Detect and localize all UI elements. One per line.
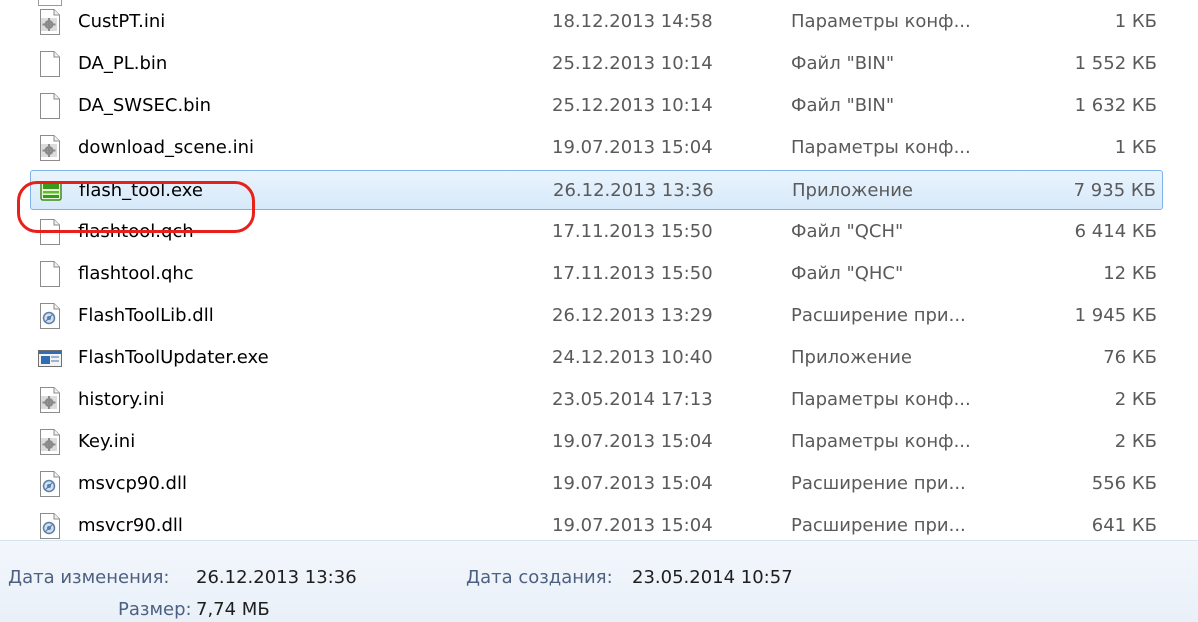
ini-settings-icon — [38, 9, 62, 35]
file-row[interactable]: download_scene.ini 19.07.2013 15:04 Параме… — [30, 128, 1163, 168]
file-date-modified: 25.12.2013 10:14 — [552, 53, 713, 74]
file-type: Файл "BIN" — [791, 53, 895, 74]
modified-date-value: 26.12.2013 13:36 — [196, 567, 357, 588]
file-size: 12 КБ — [1103, 263, 1157, 284]
file-date-modified: 24.12.2013 10:40 — [552, 347, 713, 368]
file-size: 7 935 КБ — [1073, 180, 1156, 201]
file-size: 6 414 КБ — [1074, 221, 1157, 242]
file-name: download_scene.ini — [78, 137, 255, 158]
file-size: 1 КБ — [1114, 11, 1157, 32]
blank-file-icon — [38, 219, 62, 245]
ini-settings-icon — [38, 387, 62, 413]
created-date-value: 23.05.2014 10:57 — [632, 567, 793, 588]
file-row[interactable]: flashtool.qhc 17.11.2013 15:50 Файл "QHC" 1… — [30, 254, 1163, 294]
file-row[interactable]: DA_PL.bin 25.12.2013 10:14 Файл "BIN" 1 552… — [30, 44, 1163, 84]
file-date-modified: 19.07.2013 15:04 — [552, 431, 713, 452]
details-pane: Дата изменения: 26.12.2013 13:36 Дата со… — [0, 540, 1198, 622]
file-name: Key.ini — [78, 431, 136, 452]
file-size: 76 КБ — [1103, 347, 1157, 368]
file-size: 1 КБ — [1114, 137, 1157, 158]
file-row[interactable]: CustPT.ini 18.12.2013 14:58 Параметры конф… — [30, 2, 1163, 42]
file-row[interactable]: FlashToolUpdater.exe 24.12.2013 10:40 Прил… — [30, 338, 1163, 378]
file-type: Параметры конф... — [791, 431, 971, 452]
dll-gear-icon — [38, 303, 62, 329]
flash-tool-app-icon — [39, 178, 63, 204]
file-name: FlashToolLib.dll — [78, 305, 214, 326]
file-type: Параметры конф... — [791, 137, 971, 158]
file-date-modified: 17.11.2013 15:50 — [552, 263, 713, 284]
file-name: DA_PL.bin — [78, 53, 168, 74]
file-type: Приложение — [792, 180, 914, 201]
file-size: 2 КБ — [1114, 431, 1157, 452]
file-size: 1 945 КБ — [1074, 305, 1157, 326]
file-row[interactable]: flashtool.qch 17.11.2013 15:50 Файл "QCH" 6… — [30, 212, 1163, 252]
blank-file-icon — [38, 93, 62, 119]
file-row[interactable]: Key.ini 19.07.2013 15:04 Параметры конф...… — [30, 422, 1163, 462]
file-name: flashtool.qhc — [78, 263, 194, 284]
file-type: Расширение при... — [791, 305, 966, 326]
blank-file-icon — [38, 51, 62, 77]
file-size: 556 КБ — [1091, 473, 1157, 494]
file-date-modified: 26.12.2013 13:36 — [553, 180, 714, 201]
file-date-modified: 26.12.2013 13:29 — [552, 305, 713, 326]
file-row[interactable]: msvcp90.dll 19.07.2013 15:04 Расширение пр… — [30, 464, 1163, 504]
file-size: 1 552 КБ — [1074, 53, 1157, 74]
file-row[interactable]: msvcr90.dll 19.07.2013 15:04 Расширение пр… — [30, 506, 1163, 540]
file-size: 641 КБ — [1091, 515, 1157, 536]
file-row-selected[interactable]: flash_tool.exe 26.12.2013 13:36 Приложение… — [30, 170, 1163, 210]
file-name: msvcp90.dll — [78, 473, 187, 494]
file-name: FlashToolUpdater.exe — [78, 347, 269, 368]
ini-settings-icon — [38, 429, 62, 455]
file-name: DA_SWSEC.bin — [78, 95, 212, 116]
file-date-modified: 19.07.2013 15:04 — [552, 137, 713, 158]
file-name: msvcr90.dll — [78, 515, 183, 536]
file-name: history.ini — [78, 389, 165, 410]
file-type: Расширение при... — [791, 515, 966, 536]
exe-window-icon — [38, 345, 62, 371]
file-name: flashtool.qch — [78, 221, 194, 242]
file-date-modified: 19.07.2013 15:04 — [552, 515, 713, 536]
file-row[interactable]: history.ini 23.05.2014 17:13 Параметры кон… — [30, 380, 1163, 420]
dll-gear-icon — [38, 471, 62, 497]
file-date-modified: 25.12.2013 10:14 — [552, 95, 713, 116]
blank-file-icon — [38, 261, 62, 287]
file-type: Файл "QCH" — [791, 221, 904, 242]
file-type: Параметры конф... — [791, 11, 971, 32]
size-value: 7,74 МБ — [196, 599, 270, 620]
file-type: Файл "BIN" — [791, 95, 895, 116]
file-list[interactable]: CustPT.ini 18.12.2013 14:58 Параметры конф… — [0, 0, 1198, 540]
created-date-label: Дата создания: — [466, 567, 613, 588]
file-type: Приложение — [791, 347, 913, 368]
file-type: Параметры конф... — [791, 389, 971, 410]
file-size: 2 КБ — [1114, 389, 1157, 410]
file-date-modified: 17.11.2013 15:50 — [552, 221, 713, 242]
file-date-modified: 23.05.2014 17:13 — [552, 389, 713, 410]
modified-date-label: Дата изменения: — [8, 567, 170, 588]
file-type: Файл "QHC" — [791, 263, 904, 284]
file-row[interactable]: DA_SWSEC.bin 25.12.2013 10:14 Файл "BIN" 1 … — [30, 86, 1163, 126]
file-size: 1 632 КБ — [1074, 95, 1157, 116]
file-name: flash_tool.exe — [79, 180, 203, 201]
dll-gear-icon — [38, 513, 62, 539]
ini-settings-icon — [38, 135, 62, 161]
file-date-modified: 18.12.2013 14:58 — [552, 11, 713, 32]
file-name: CustPT.ini — [78, 11, 166, 32]
file-row[interactable]: FlashToolLib.dll 26.12.2013 13:29 Расширен… — [30, 296, 1163, 336]
size-label: Размер: — [118, 599, 192, 620]
file-date-modified: 19.07.2013 15:04 — [552, 473, 713, 494]
file-type: Расширение при... — [791, 473, 966, 494]
